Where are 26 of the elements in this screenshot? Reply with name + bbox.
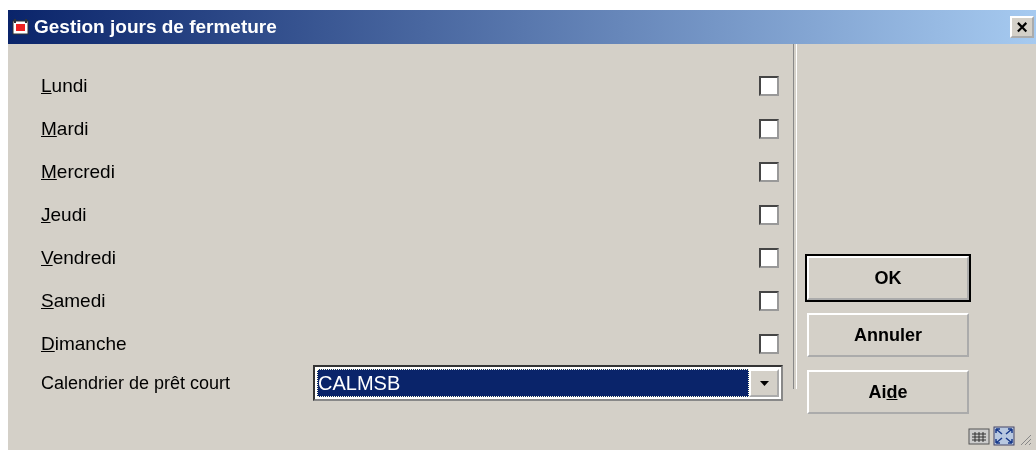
day-checkbox[interactable] — [759, 247, 779, 268]
day-label: Samedi — [41, 289, 106, 312]
dialog-button[interactable]: Aide — [807, 370, 969, 414]
day-label: Dimanche — [41, 332, 127, 355]
dropdown-arrow-icon — [759, 380, 769, 386]
dialog-button[interactable]: OK — [807, 256, 969, 300]
day-checkbox[interactable] — [759, 333, 779, 354]
calendar-label: Calendrier de prêt court — [41, 372, 232, 394]
day-checkbox[interactable] — [759, 290, 779, 311]
maximize-icon[interactable] — [993, 426, 1015, 446]
day-checkbox[interactable] — [759, 75, 779, 96]
resize-grip-icon[interactable] — [1018, 432, 1032, 446]
dialog-button[interactable]: Annuler — [807, 313, 969, 357]
calendar-icon — [12, 19, 30, 35]
day-checkbox[interactable] — [759, 118, 779, 139]
day-label: Jeudi — [41, 203, 87, 226]
day-label: Lundi — [41, 74, 88, 97]
window-title: Gestion jours de fermeture — [34, 16, 278, 38]
calendar-dropdown[interactable]: CALMSB — [313, 365, 783, 401]
close-button[interactable]: × — [1010, 16, 1034, 38]
day-checkbox[interactable] — [759, 161, 779, 182]
day-checkbox[interactable] — [759, 204, 779, 225]
day-label: Mercredi — [41, 160, 115, 183]
day-label: Mardi — [41, 117, 89, 140]
day-label: Vendredi — [41, 246, 116, 269]
keyboard-icon[interactable] — [968, 426, 990, 446]
